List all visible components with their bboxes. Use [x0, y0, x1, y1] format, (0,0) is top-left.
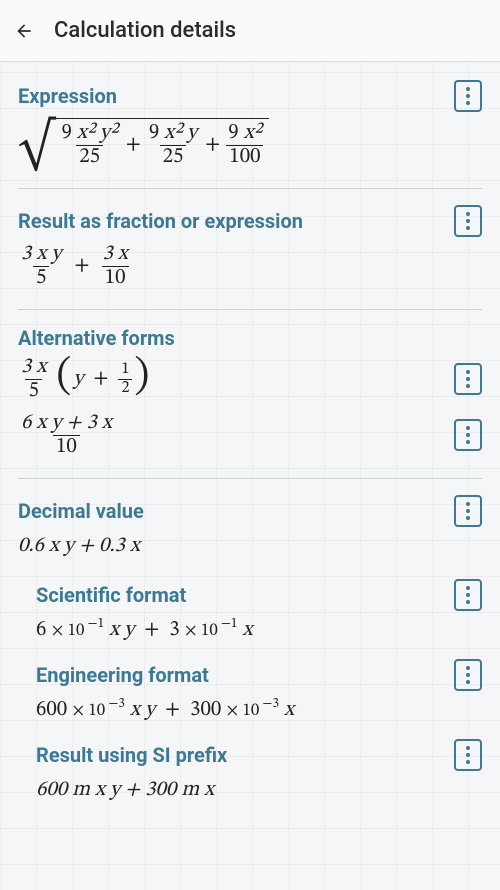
- scientific-value: 6 × 10 −1 x y + 3 × 10 −1 x: [36, 617, 482, 643]
- section-menu-button[interactable]: [454, 495, 482, 527]
- section-menu-button[interactable]: [454, 659, 482, 691]
- section-engineering: Engineering format 600 × 10 −3 x y + 300…: [0, 653, 500, 733]
- section-title: Engineering format: [36, 663, 209, 687]
- divider: [18, 309, 482, 310]
- alt-form-2-value: 6 x y + 3 x 10: [18, 412, 115, 458]
- section-si-prefix: Result using SI prefix 600 m x y + 300 m…: [0, 733, 500, 813]
- section-title: Alternative forms: [18, 326, 175, 350]
- section-scientific: Scientific format 6 × 10 −1 x y + 3 × 10…: [0, 573, 500, 653]
- back-icon[interactable]: [14, 21, 34, 41]
- section-menu-button[interactable]: [454, 205, 482, 237]
- si-prefix-value: 600 m x y + 300 m x: [36, 777, 482, 803]
- alt-form-menu-button[interactable]: [454, 419, 482, 451]
- section-title: Scientific format: [36, 583, 186, 607]
- radical-icon: √: [18, 124, 55, 174]
- section-expression: Expression √ 9 x² y² 25 + 9 x² y 25 +: [0, 70, 500, 182]
- section-menu-button[interactable]: [454, 739, 482, 771]
- section-title: Expression: [18, 84, 117, 108]
- section-title: Result as fraction or expression: [18, 209, 303, 233]
- alt-form-menu-button[interactable]: [454, 363, 482, 395]
- engineering-value: 600 × 10 −3 x y + 300 × 10 −3 x: [36, 697, 482, 723]
- result-fraction-value: 3 x y 5 + 3 x 10: [18, 243, 482, 289]
- section-title: Result using SI prefix: [36, 743, 227, 767]
- divider: [18, 478, 482, 479]
- expression-value: √ 9 x² y² 25 + 9 x² y 25 + 9 x² 100: [18, 118, 482, 168]
- section-title: Decimal value: [18, 499, 144, 523]
- decimal-value: 0.6 x y + 0.3 x: [18, 533, 482, 559]
- alt-form-1-value: 3 x 5 (y + 1 2 ): [18, 356, 151, 402]
- section-result-fraction: Result as fraction or expression 3 x y 5…: [0, 195, 500, 303]
- section-decimal: Decimal value 0.6 x y + 0.3 x: [0, 485, 500, 573]
- divider: [18, 188, 482, 189]
- app-bar: Calculation details: [0, 0, 500, 62]
- section-alternative-forms: Alternative forms 3 x 5 (y + 1 2 ) 6 x y…: [0, 316, 500, 472]
- section-menu-button[interactable]: [454, 579, 482, 611]
- section-menu-button[interactable]: [454, 80, 482, 112]
- page-title: Calculation details: [54, 18, 236, 43]
- content-area: Expression √ 9 x² y² 25 + 9 x² y 25 +: [0, 62, 500, 813]
